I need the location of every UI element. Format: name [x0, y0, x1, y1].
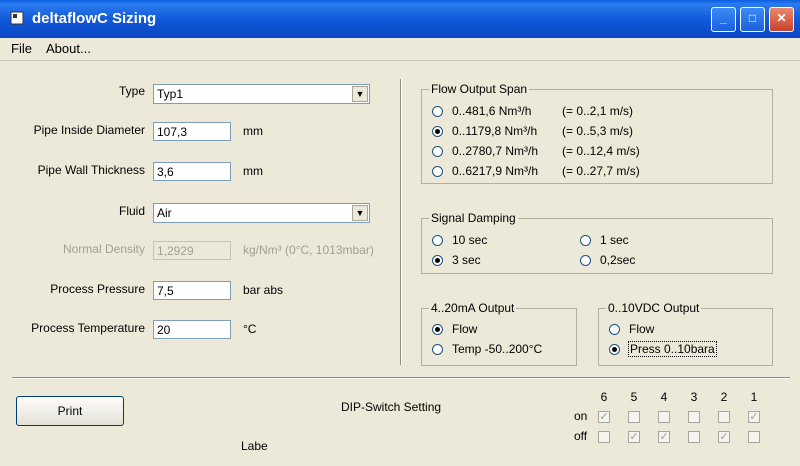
normal-density-label: Normal Density: [62, 242, 145, 256]
dip-number-2: 2: [720, 390, 728, 404]
process-temperature-unit: °C: [243, 322, 257, 336]
process-pressure-input[interactable]: 7,5: [153, 281, 231, 300]
fluid-label: Fluid: [118, 204, 145, 218]
vertical-divider: [400, 79, 402, 365]
normal-density-input: 1,2929: [153, 241, 231, 260]
output-0-10-title: 0..10VDC Output: [606, 301, 702, 315]
flow-span-velocity-3: (= 0..12,4 m/s): [562, 144, 640, 158]
dip-off-checkbox-3: [688, 431, 700, 443]
output-4-20-radio-flow[interactable]: [432, 324, 443, 335]
damping-label-3sec: 3 sec: [452, 253, 481, 267]
dip-off-checkbox-5: ✓: [628, 431, 640, 443]
output-0-10-radio-press[interactable]: [609, 344, 620, 355]
process-pressure-unit: bar abs: [243, 283, 284, 297]
flow-span-radio-4[interactable]: [432, 166, 443, 177]
output-4-20-label-temp: Temp -50..200°C: [452, 342, 543, 356]
damping-radio-3sec[interactable]: [432, 255, 443, 266]
pipe-diameter-input[interactable]: 107,3: [153, 122, 231, 141]
damping-radio-1sec[interactable]: [580, 235, 591, 246]
pipe-diameter-label: Pipe Inside Diameter: [33, 123, 145, 137]
print-button[interactable]: Print: [16, 396, 124, 426]
flow-output-span-title: Flow Output Span: [429, 82, 530, 96]
menu-about[interactable]: About...: [46, 41, 91, 56]
dip-on-label: on: [574, 409, 588, 423]
process-temperature-label: Process Temperature: [31, 321, 145, 335]
dip-off-checkbox-2: ✓: [718, 431, 730, 443]
label-text: Labe: [241, 439, 268, 453]
wall-thickness-unit: mm: [243, 164, 263, 178]
output-0-10-label-press: Press 0..10bara: [628, 341, 717, 357]
maximize-button[interactable]: □: [740, 7, 765, 32]
dip-on-checkbox-6: ✓: [598, 411, 610, 423]
damping-label-02sec: 0,2sec: [600, 253, 636, 267]
process-pressure-label: Process Pressure: [50, 282, 145, 296]
output-4-20-group: [421, 308, 577, 366]
process-temperature-input[interactable]: 20: [153, 320, 231, 339]
fluid-select[interactable]: Air ▼: [153, 203, 370, 223]
dip-on-checkbox-2: [718, 411, 730, 423]
dip-number-3: 3: [690, 390, 698, 404]
dip-off-checkbox-6: [598, 431, 610, 443]
dip-on-checkbox-3: [688, 411, 700, 423]
dip-number-5: 5: [630, 390, 638, 404]
flow-span-range-3: 0..2780,7 Nm³/h: [452, 144, 539, 158]
fluid-select-value: Air: [157, 206, 172, 220]
flow-span-velocity-1: (= 0..2,1 m/s): [562, 104, 634, 118]
dip-number-6: 6: [600, 390, 608, 404]
menu-bar: [0, 38, 800, 61]
minimize-button[interactable]: _: [711, 7, 736, 32]
menu-file[interactable]: File: [11, 41, 32, 56]
output-0-10-label-flow: Flow: [629, 322, 655, 336]
output-4-20-radio-temp[interactable]: [432, 344, 443, 355]
output-4-20-title: 4..20mA Output: [429, 301, 517, 315]
flow-span-range-2: 0..1179,8 Nm³/h: [452, 124, 538, 138]
dip-on-checkbox-4: [658, 411, 670, 423]
horizontal-divider: [12, 377, 790, 379]
damping-label-10sec: 10 sec: [452, 233, 488, 247]
dip-number-4: 4: [660, 390, 668, 404]
damping-radio-10sec[interactable]: [432, 235, 443, 246]
type-select-value: Typ1: [157, 87, 184, 101]
chevron-down-icon[interactable]: ▼: [352, 86, 368, 102]
flow-span-range-1: 0..481,6 Nm³/h: [452, 104, 532, 118]
dip-switch-title: DIP-Switch Setting: [341, 400, 442, 414]
damping-label-1sec: 1 sec: [600, 233, 629, 247]
window-title: deltaflowC Sizing: [32, 10, 157, 27]
dip-number-1: 1: [750, 390, 758, 404]
output-0-10-radio-flow[interactable]: [609, 324, 620, 335]
dip-on-checkbox-5: [628, 411, 640, 423]
dip-off-checkbox-4: ✓: [658, 431, 670, 443]
close-button[interactable]: ✕: [769, 7, 794, 32]
dip-on-checkbox-1: ✓: [748, 411, 760, 423]
damping-radio-02sec[interactable]: [580, 255, 591, 266]
wall-thickness-input[interactable]: 3,6: [153, 162, 231, 181]
wall-thickness-label: Pipe Wall Thickness: [37, 163, 145, 177]
chevron-down-icon[interactable]: ▼: [352, 205, 368, 221]
flow-span-radio-2[interactable]: [432, 126, 443, 137]
flow-span-radio-1[interactable]: [432, 106, 443, 117]
app-icon: [10, 11, 24, 25]
signal-damping-title: Signal Damping: [429, 211, 518, 225]
dip-off-checkbox-1: [748, 431, 760, 443]
flow-span-velocity-4: (= 0..27,7 m/s): [562, 164, 640, 178]
dip-off-label: off: [574, 429, 588, 443]
pipe-diameter-unit: mm: [243, 124, 263, 138]
flow-span-radio-3[interactable]: [432, 146, 443, 157]
type-label: Type: [118, 84, 145, 98]
output-4-20-label-flow: Flow: [452, 322, 478, 336]
flow-span-range-4: 0..6217,9 Nm³/h: [452, 164, 539, 178]
normal-density-unit: kg/Nm³ (0°C, 1013mbar): [243, 243, 374, 257]
type-select[interactable]: Typ1 ▼: [153, 84, 370, 104]
flow-span-velocity-2: (= 0..5,3 m/s): [562, 124, 634, 138]
output-0-10-group: [598, 308, 773, 366]
